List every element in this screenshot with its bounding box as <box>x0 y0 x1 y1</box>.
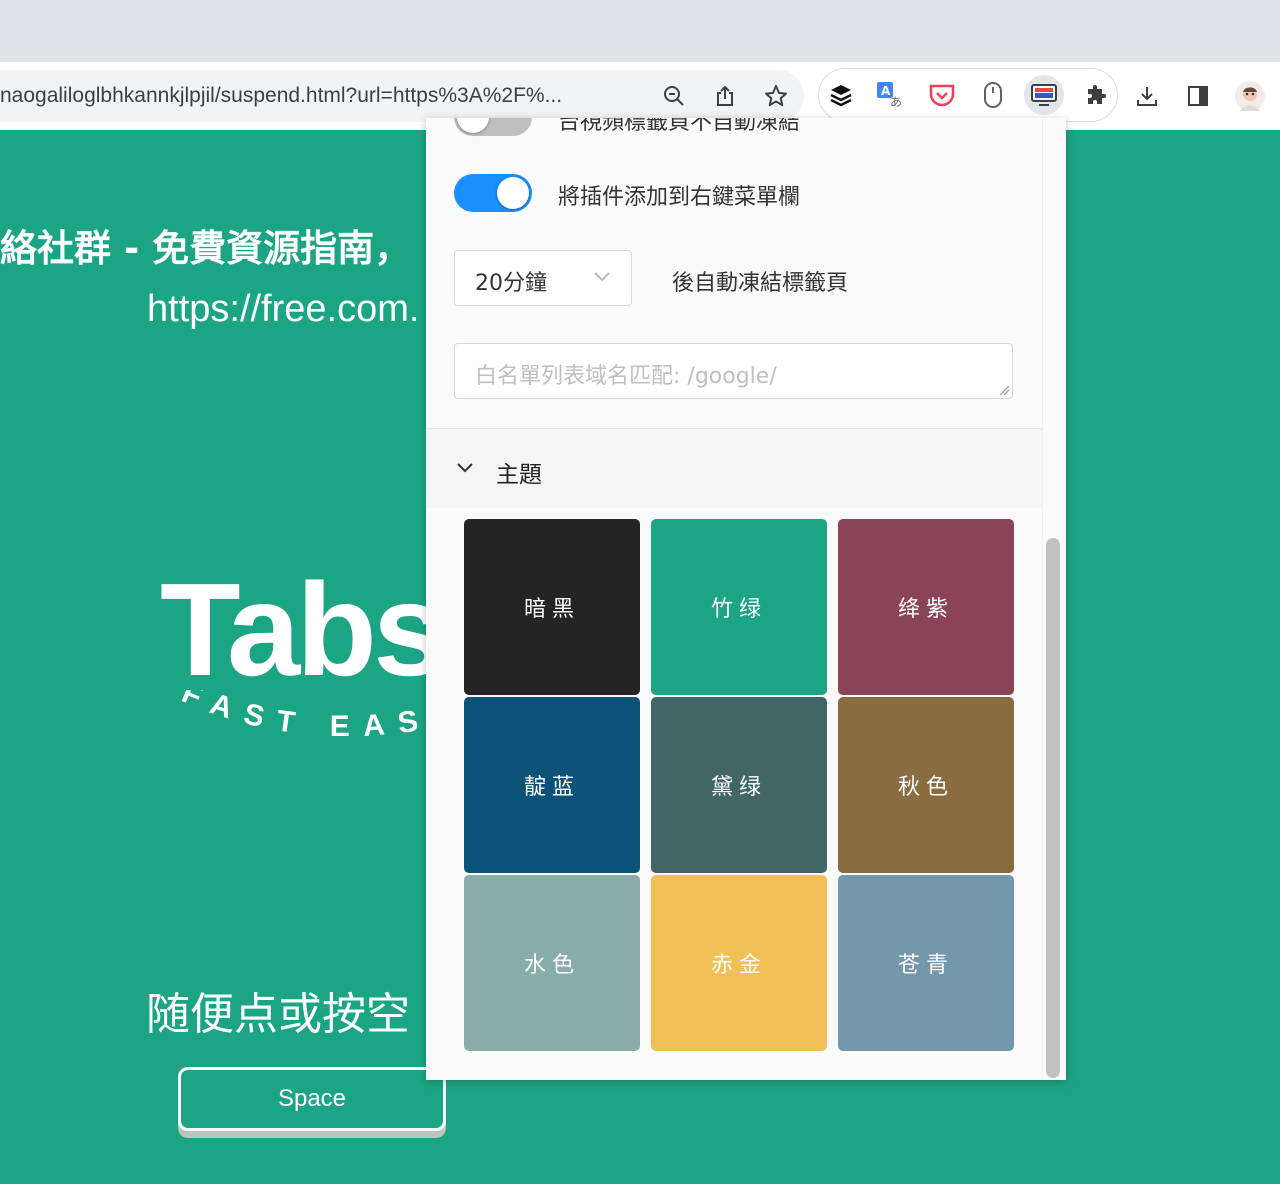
whitelist-input[interactable]: 白名單列表域名匹配: /google/ <box>454 343 1013 399</box>
extensions-group: Aあ <box>818 68 1118 122</box>
context-menu-toggle[interactable] <box>454 174 532 212</box>
resize-handle-icon[interactable] <box>998 384 1010 396</box>
popup-scrollbar-thumb[interactable] <box>1046 538 1060 1078</box>
page-headline: 絡社群 - 免費資源指南， <box>0 227 412 270</box>
video-tab-toggle[interactable] <box>454 118 532 136</box>
tab-suspender-icon[interactable] <box>1024 75 1064 115</box>
puzzle-icon[interactable] <box>1076 76 1116 116</box>
theme-tile-bamboo-green[interactable]: 竹绿 <box>651 519 827 695</box>
svg-text:FAST EAS: FAST EAS <box>177 690 434 743</box>
tab-strip <box>0 0 1280 62</box>
extension-popup: 台視頻標籤頁不自動凍結 將插件添加到右鍵菜單欄 20分鐘 後自動凍結標籤頁 白名… <box>426 118 1066 1080</box>
logo-tagline: FAST EAS <box>177 690 434 743</box>
theme-grid: 暗黑 竹绿 绛紫 靛蓝 黛绿 秋色 水色 赤金 苍青 <box>464 519 1016 1051</box>
freeze-time-label: 後自動凍結標籤頁 <box>672 271 849 296</box>
context-menu-label: 將插件添加到右鍵菜單欄 <box>558 185 801 210</box>
address-bar[interactable]: naogaliloglbhkannkjlpjil/suspend.html?ur… <box>0 70 804 122</box>
hint-text: 随便点或按空 <box>146 989 410 1040</box>
theme-section-header[interactable]: 主題 <box>426 428 1042 508</box>
page-url-text: https://free.com. <box>147 288 420 330</box>
mouse-icon[interactable] <box>973 75 1013 115</box>
pocket-icon[interactable] <box>922 75 962 115</box>
chevron-down-icon <box>457 463 473 473</box>
theme-tile-dark-green[interactable]: 黛绿 <box>651 697 827 873</box>
theme-tile-indigo[interactable]: 靛蓝 <box>464 697 640 873</box>
chevron-down-icon <box>594 272 610 282</box>
layers-icon[interactable] <box>821 75 861 115</box>
freeze-time-select[interactable]: 20分鐘 <box>454 250 632 306</box>
zoom-icon[interactable] <box>654 76 694 116</box>
theme-tile-crimson-purple[interactable]: 绛紫 <box>838 519 1014 695</box>
sidepanel-icon[interactable] <box>1178 76 1218 116</box>
theme-tile-water[interactable]: 水色 <box>464 875 640 1051</box>
freeze-time-value: 20分鐘 <box>475 271 547 296</box>
whitelist-placeholder: 白名單列表域名匹配: /google/ <box>475 364 777 389</box>
theme-section-title: 主題 <box>496 462 542 488</box>
download-icon[interactable] <box>1127 76 1167 116</box>
logo-wordmark: Tabs <box>160 556 446 703</box>
video-tab-label: 台視頻標籤頁不自動凍結 <box>558 118 801 135</box>
theme-tile-autumn[interactable]: 秋色 <box>838 697 1014 873</box>
url-text[interactable]: naogaliloglbhkannkjlpjil/suspend.html?ur… <box>0 83 640 109</box>
space-button[interactable]: Space <box>178 1067 446 1131</box>
profile-avatar[interactable] <box>1230 76 1270 116</box>
svg-text:あ: あ <box>890 95 902 108</box>
toggle-knob <box>457 118 489 133</box>
translate-icon[interactable]: Aあ <box>871 75 911 115</box>
toggle-knob <box>497 177 529 209</box>
theme-tile-red-gold[interactable]: 赤金 <box>651 875 827 1051</box>
theme-tile-dark[interactable]: 暗黑 <box>464 519 640 695</box>
logo-tagline-text: FAST EAS <box>177 690 420 743</box>
share-icon[interactable] <box>705 76 745 116</box>
theme-tile-azure[interactable]: 苍青 <box>838 875 1014 1051</box>
star-icon[interactable] <box>756 76 796 116</box>
